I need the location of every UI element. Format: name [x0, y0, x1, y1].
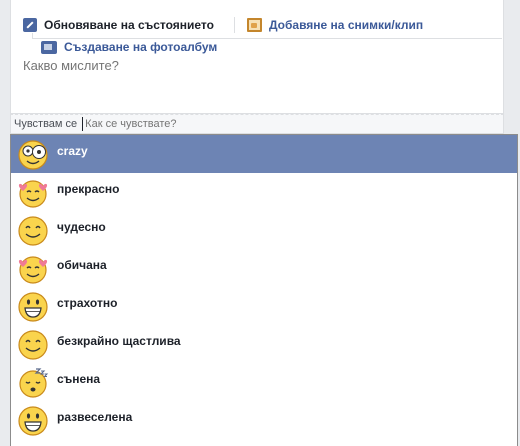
album-icon: [41, 40, 57, 54]
feeling-option-label: сънена: [57, 372, 101, 386]
create-album-link[interactable]: Създаване на фотоалбум: [41, 40, 217, 54]
feeling-label: Чувствам се: [14, 118, 78, 130]
create-album-label: Създаване на фотоалбум: [64, 40, 218, 54]
tab-add-photos-label: Добавяне на снимки/клип: [268, 18, 424, 32]
feeling-option-label: crazy: [57, 144, 88, 158]
feeling-input[interactable]: [85, 118, 386, 130]
feeling-option-label: безкрайно щастлива: [57, 334, 181, 348]
big-grin-icon: [18, 292, 48, 322]
pencil-icon: [23, 18, 37, 32]
hearts-face-icon: [18, 180, 48, 208]
photo-icon: [246, 18, 262, 32]
feeling-option-label: обичана: [57, 258, 107, 272]
text-cursor: [82, 117, 84, 131]
feeling-option-extremely-happy[interactable]: безкрайно щастлива: [11, 325, 517, 363]
feeling-option-loved[interactable]: обичана: [11, 249, 517, 287]
feeling-bar: Чувствам се: [10, 114, 504, 134]
feeling-option-wonderful[interactable]: прекрасно: [11, 173, 517, 211]
feeling-option-label: прекрасно: [57, 182, 120, 196]
tab-add-photos[interactable]: Добавяне на снимки/клип: [246, 18, 424, 32]
composer-tabs: Обновяване на състоянието Добавяне на сн…: [23, 16, 423, 34]
feeling-option-sleepy[interactable]: сънена: [11, 363, 517, 401]
status-composer: Обновяване на състоянието Добавяне на сн…: [10, 0, 504, 114]
feeling-option-label: страхотно: [57, 296, 118, 310]
tab-status-update[interactable]: Обновяване на състоянието: [23, 18, 214, 32]
feeling-option-amused[interactable]: развеселена: [11, 401, 517, 439]
feeling-option-crazy[interactable]: crazy: [11, 135, 517, 173]
sleepy-face-icon: [19, 368, 49, 398]
big-grin-icon: [18, 406, 48, 436]
status-input[interactable]: [23, 56, 493, 74]
happy-face-icon: [18, 330, 48, 360]
tab-indicator-line: [32, 33, 502, 39]
happy-face-icon: [18, 216, 48, 246]
feeling-option-label: чудесно: [57, 220, 106, 234]
feeling-dropdown: crazy прекрасно чудесно обичана страхотн…: [10, 134, 518, 446]
feeling-option-great[interactable]: чудесно: [11, 211, 517, 249]
feeling-option-label: развеселена: [57, 410, 133, 424]
tab-status-update-label: Обновяване на състоянието: [44, 18, 214, 32]
hearts-face-icon: [18, 256, 48, 284]
feeling-option-awesome[interactable]: страхотно: [11, 287, 517, 325]
tab-divider: [233, 17, 235, 33]
crazy-face-icon: [18, 140, 48, 170]
